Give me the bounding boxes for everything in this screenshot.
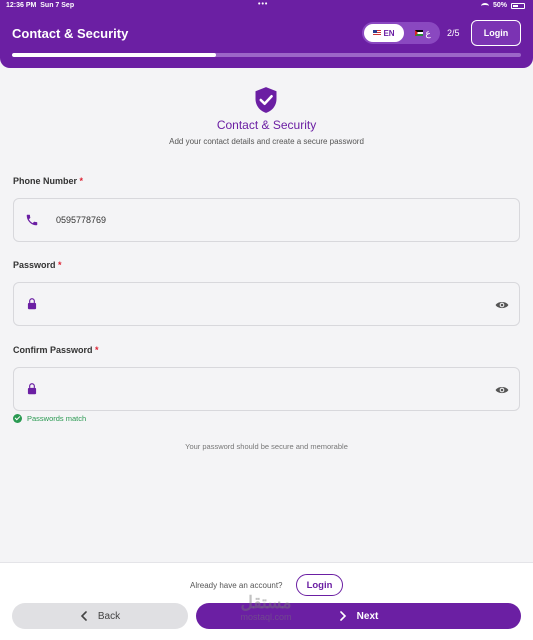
phone-value[interactable]: 0595778769	[56, 215, 106, 225]
page-title: Contact & Security	[12, 26, 129, 41]
lock-icon	[27, 298, 37, 310]
password-field[interactable]	[13, 282, 520, 326]
step-indicator: 2/5	[447, 28, 460, 38]
palestine-flag-icon	[415, 30, 424, 36]
eye-icon[interactable]	[495, 384, 509, 396]
progress-fill	[12, 53, 216, 57]
progress-bar	[12, 53, 521, 57]
confirm-password-field[interactable]	[13, 367, 520, 411]
us-flag-icon	[373, 30, 382, 36]
status-time: 12:36 PM Sun 7 Sep	[6, 2, 75, 9]
confirm-password-label: Confirm Password *	[13, 345, 99, 355]
watermark: مستقل mostaql.com	[240, 593, 292, 623]
phone-label: Phone Number *	[13, 176, 84, 186]
battery-percent: 50%	[492, 2, 507, 9]
multitask-dots[interactable]: •••	[258, 1, 268, 8]
section-title: Contact & Security	[216, 118, 317, 132]
password-match-status: Passwords match	[13, 414, 86, 423]
lang-option-en[interactable]: EN	[364, 24, 404, 42]
back-button[interactable]: Back	[12, 603, 188, 629]
status-right: 50%	[480, 2, 525, 9]
wifi-icon	[480, 2, 489, 9]
password-hint: Your password should be secure and memor…	[185, 442, 348, 451]
header-bar: 12:36 PM Sun 7 Sep ••• 50% Contact & Sec…	[0, 0, 533, 68]
already-account-text: Already have an account?	[190, 581, 283, 590]
footer-login-button[interactable]: Login	[296, 574, 343, 596]
status-bar: 12:36 PM Sun 7 Sep ••• 50%	[0, 0, 533, 12]
lang-option-ar[interactable]: ع	[408, 24, 438, 42]
chevron-right-icon	[339, 611, 346, 621]
header-login-button[interactable]: Login	[471, 20, 521, 46]
lock-icon	[27, 383, 37, 395]
language-toggle[interactable]: EN ع	[362, 22, 440, 44]
phone-icon	[26, 214, 38, 226]
eye-icon[interactable]	[495, 299, 509, 311]
phone-field[interactable]: 0595778769	[13, 198, 520, 242]
battery-icon	[511, 2, 525, 9]
chevron-left-icon	[80, 611, 87, 621]
shield-check-icon	[255, 87, 277, 113]
section-subtitle: Add your contact details and create a se…	[169, 137, 364, 146]
check-circle-icon	[13, 414, 22, 423]
password-label: Password *	[13, 260, 62, 270]
